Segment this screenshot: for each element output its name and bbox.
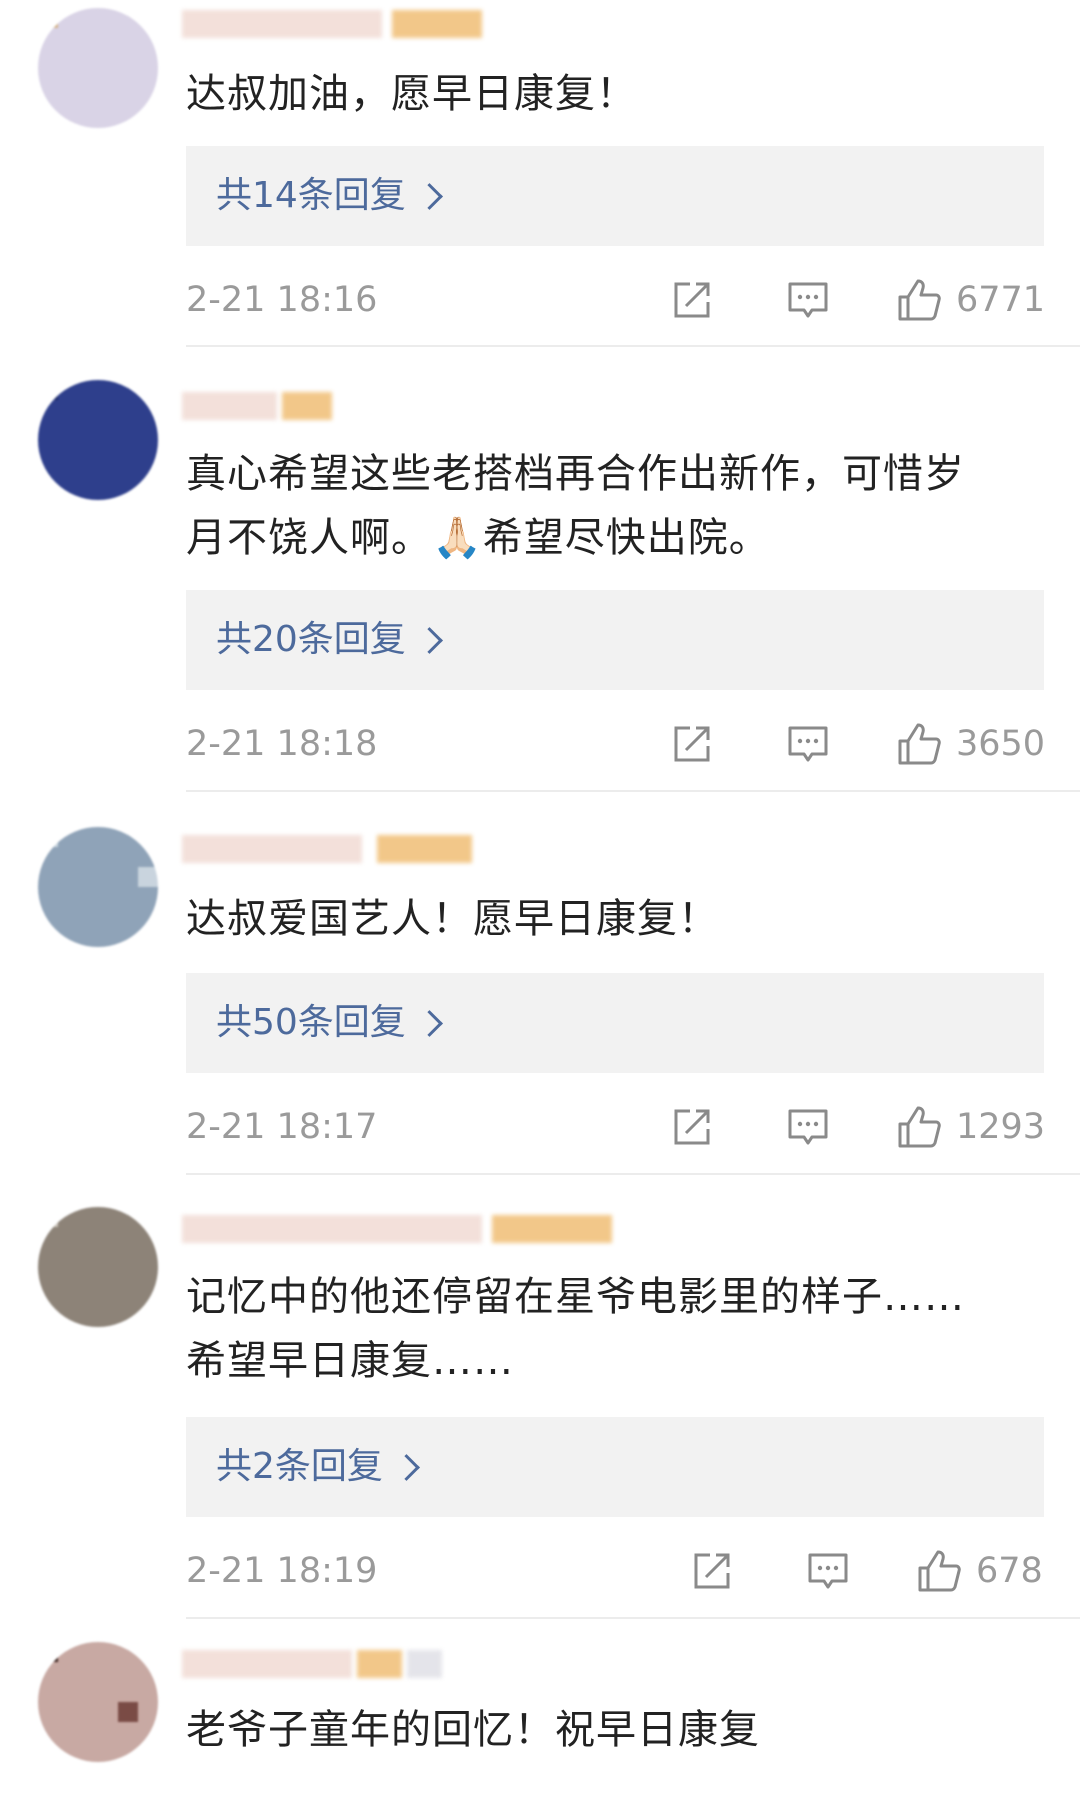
like-count: 678 (976, 1551, 1043, 1591)
replies-count-label: 共20条回复 (216, 619, 406, 660)
comment-text: 老爷子童年的回忆！祝早日康复 (186, 1707, 760, 1753)
comment-icon (788, 282, 828, 318)
replies-count-label: 共14条回复 (216, 175, 406, 216)
avatar[interactable] (38, 8, 158, 128)
username-blurred[interactable] (182, 829, 472, 869)
comment-button[interactable] (786, 276, 830, 324)
avatar[interactable] (38, 380, 158, 500)
timestamp: 2-21 18:16 (186, 280, 378, 320)
forward-icon (674, 1109, 710, 1145)
comment-icon (808, 1553, 848, 1589)
username-blurred[interactable] (182, 1209, 612, 1249)
forward-button[interactable] (670, 720, 714, 768)
comment-button[interactable] (806, 1547, 850, 1595)
timestamp: 2-21 18:19 (186, 1551, 378, 1591)
chevron-right-icon (415, 182, 443, 210)
view-replies-link[interactable]: 共20条回复 (216, 616, 443, 664)
view-replies-link[interactable]: 共2条回复 (216, 1443, 420, 1491)
like-icon (898, 279, 941, 321)
like-button[interactable]: 6771 (896, 276, 1045, 324)
avatar[interactable] (38, 1207, 158, 1327)
comment-icon (788, 726, 828, 762)
like-icon (918, 1550, 961, 1592)
comment-meta: 2-21 18:19 678 (186, 1541, 1044, 1601)
timestamp: 2-21 18:17 (186, 1107, 378, 1147)
divider (186, 790, 1080, 792)
comment-meta: 2-21 18:17 1293 (186, 1097, 1045, 1157)
username-blurred[interactable] (182, 4, 482, 44)
comment-text: 记忆中的他还停留在星爷电影里的样子…… 希望早日康复…… (186, 1274, 965, 1384)
forward-button[interactable] (670, 276, 714, 324)
replies-count-label: 共2条回复 (216, 1446, 383, 1487)
comment-feed: 达叔加油，愿早日康复！ 共14条回复 2-21 18:16 6771 真心希望这… (0, 0, 1080, 1798)
view-replies-link[interactable]: 共14条回复 (216, 172, 443, 220)
like-count: 1293 (956, 1107, 1046, 1147)
timestamp: 2-21 18:18 (186, 724, 378, 764)
like-button[interactable]: 678 (916, 1547, 1043, 1595)
comment-text: 达叔爱国艺人！愿早日康复！ (186, 896, 719, 942)
comment-button[interactable] (786, 1103, 830, 1151)
reply-box[interactable]: 共20条回复 (186, 590, 1044, 690)
comment-text: 达叔加油，愿早日康复！ (186, 71, 637, 117)
comment-button[interactable] (786, 720, 830, 768)
divider (186, 1617, 1080, 1619)
like-count: 6771 (956, 280, 1046, 320)
forward-icon (694, 1553, 730, 1589)
chevron-right-icon (415, 1009, 443, 1037)
like-count: 3650 (956, 724, 1046, 764)
reply-box[interactable]: 共50条回复 (186, 973, 1044, 1073)
divider (186, 345, 1080, 347)
like-icon (898, 1106, 941, 1148)
like-icon (898, 723, 941, 765)
comment-meta: 2-21 18:18 3650 (186, 714, 1045, 774)
reply-box[interactable]: 共14条回复 (186, 146, 1044, 246)
avatar[interactable] (38, 827, 158, 947)
forward-icon (674, 726, 710, 762)
comment-icon (788, 1109, 828, 1145)
reply-box[interactable]: 共2条回复 (186, 1417, 1044, 1517)
avatar[interactable] (38, 1642, 158, 1762)
chevron-right-icon (392, 1453, 420, 1481)
comment-text: 真心希望这些老搭档再合作出新作，可惜岁 月不饶人啊。🙏🏻希望尽快出院。 (186, 451, 965, 561)
forward-icon (674, 282, 710, 318)
like-button[interactable]: 3650 (896, 720, 1045, 768)
username-blurred[interactable] (182, 1644, 442, 1684)
forward-button[interactable] (690, 1547, 734, 1595)
comment-meta: 2-21 18:16 6771 (186, 270, 1045, 330)
chevron-right-icon (415, 626, 443, 654)
username-blurred[interactable] (182, 386, 332, 426)
replies-count-label: 共50条回复 (216, 1002, 406, 1043)
forward-button[interactable] (670, 1103, 714, 1151)
like-button[interactable]: 1293 (896, 1103, 1045, 1151)
divider (186, 1173, 1080, 1175)
view-replies-link[interactable]: 共50条回复 (216, 999, 443, 1047)
